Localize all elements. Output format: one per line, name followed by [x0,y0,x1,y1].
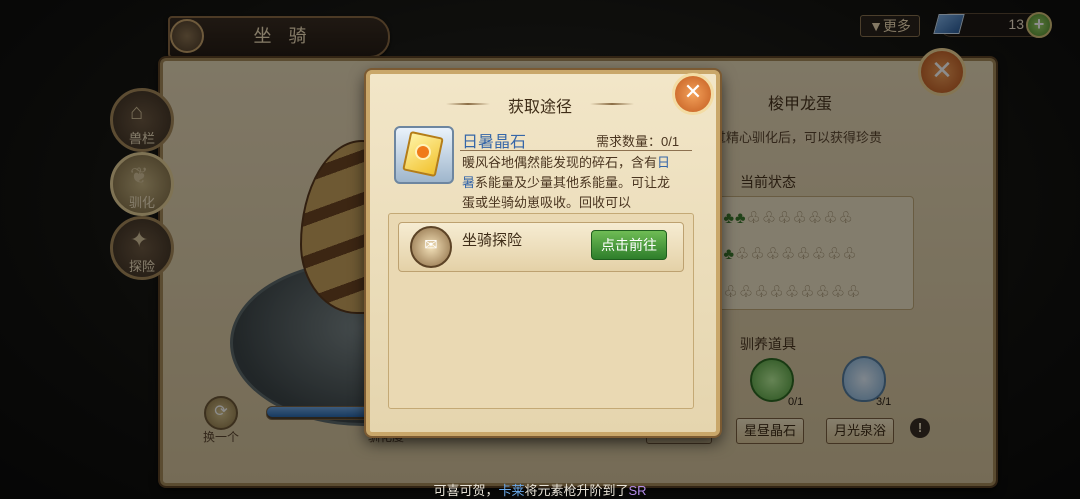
msg-rank: SR [628,483,647,498]
item-name: 日暑晶石 [462,134,527,151]
msg-text: 可喜可贺， [433,483,499,498]
divider [460,150,692,151]
title-ornament [446,103,490,105]
desc-text: 暖风谷地偶然能发现的碎石，含有 [462,155,658,170]
desc-text: 系能量及少量其他系能量。可让龙蛋或坐骑幼崽吸收。回收可以 [462,175,671,210]
modal-close-button[interactable]: ✕ [672,73,714,115]
source-name: 坐骑探险 [462,232,523,249]
requirement-label: 需求数量：0/1 [596,134,680,149]
go-button[interactable]: 点击前往 [591,230,667,260]
item-description: 暖风谷地偶然能发现的碎石，含有日暑系能量及少量其他系能量。可让龙蛋或坐骑幼崽吸收… [462,153,682,213]
sunstone-core [415,144,431,160]
title-ornament [590,103,634,105]
modal-title: 获取途径 [507,99,572,116]
scroll-map-icon: ✉ [410,226,452,268]
msg-player-name: 卡莱 [498,483,525,498]
system-message: 可喜可贺，卡莱将元素枪升阶到了SR [0,480,1080,499]
msg-text: 将元素枪升阶到了 [524,483,629,498]
